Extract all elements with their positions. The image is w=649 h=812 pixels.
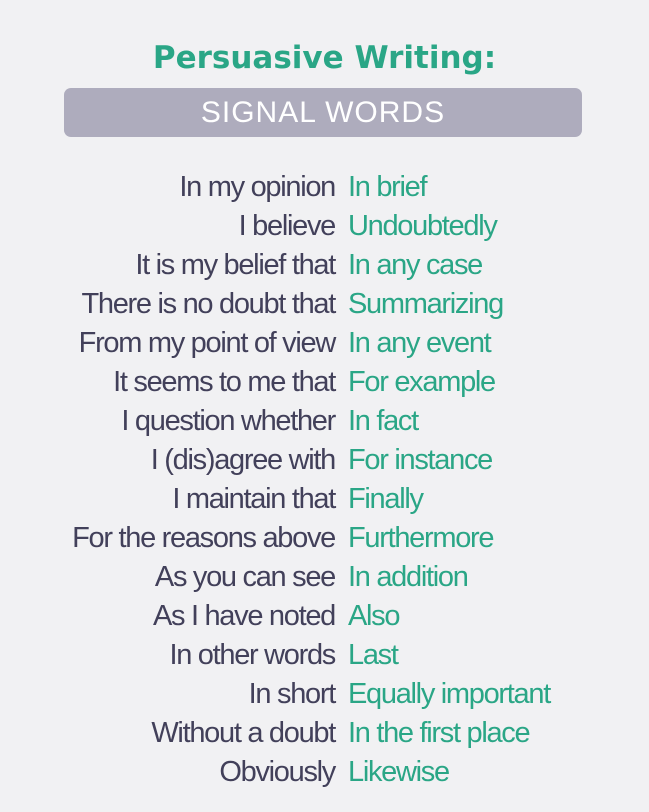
- banner-label: SIGNAL WORDS: [200, 95, 446, 129]
- opinion-phrase: Without a doubt: [151, 717, 336, 749]
- transition-phrase: In fact: [348, 405, 419, 437]
- transition-phrase: Likewise: [348, 756, 450, 788]
- opinion-phrase: I believe: [238, 210, 337, 242]
- transition-phrase: Finally: [348, 483, 424, 515]
- list-item: As I have noted Also: [0, 597, 649, 636]
- opinion-phrase: I (dis)agree with: [150, 444, 337, 476]
- opinion-phrase: As you can see: [154, 561, 336, 593]
- opinion-phrase: As I have noted: [152, 600, 336, 632]
- opinion-phrase: In my opinion: [179, 171, 336, 203]
- list-item: Without a doubt In the first place: [0, 714, 649, 753]
- opinion-phrase: For the reasons above: [72, 522, 336, 554]
- transition-phrase: For example: [348, 366, 496, 398]
- list-item: It is my belief that In any case: [0, 246, 649, 285]
- transition-phrase: Last: [348, 639, 399, 671]
- opinion-phrase: There is no doubt that: [81, 288, 336, 320]
- transition-phrase: In the first place: [348, 717, 531, 749]
- list-item: I (dis)agree with For instance: [0, 441, 649, 480]
- list-item: From my point of view In any event: [0, 324, 649, 363]
- list-item: In other words Last: [0, 636, 649, 675]
- opinion-phrase: I maintain that: [172, 483, 336, 515]
- transition-phrase: In brief: [348, 171, 428, 203]
- opinion-phrase: From my point of view: [78, 327, 337, 359]
- list-item: As you can see In addition: [0, 558, 649, 597]
- list-item: In my opinion In brief: [0, 168, 649, 207]
- list-item: I maintain that Finally: [0, 480, 649, 519]
- list-item: There is no doubt that Summarizing: [0, 285, 649, 324]
- opinion-phrase: It is my belief that: [135, 249, 336, 281]
- signal-words-list: In my opinion In brief I believe Undoubt…: [0, 168, 649, 792]
- transition-phrase: Also: [348, 600, 401, 632]
- list-item: Obviously Likewise: [0, 753, 649, 792]
- page-title: Persuasive Writing:: [152, 40, 497, 76]
- list-item: I question whether In fact: [0, 402, 649, 441]
- signal-words-banner: SIGNAL WORDS: [64, 88, 582, 137]
- opinion-phrase: In other words: [169, 639, 336, 671]
- transition-phrase: Summarizing: [348, 288, 504, 320]
- transition-phrase: In addition: [348, 561, 469, 593]
- opinion-phrase: It seems to me that: [113, 366, 336, 398]
- opinion-phrase: Obviously: [219, 756, 336, 788]
- transition-phrase: Furthermore: [348, 522, 495, 554]
- list-item: In short Equally important: [0, 675, 649, 714]
- opinion-phrase: I question whether: [121, 405, 336, 437]
- list-item: It seems to me that For example: [0, 363, 649, 402]
- transition-phrase: Equally important: [348, 678, 551, 710]
- transition-phrase: For instance: [348, 444, 493, 476]
- transition-phrase: Undoubtedly: [348, 210, 498, 242]
- list-item: I believe Undoubtedly: [0, 207, 649, 246]
- transition-phrase: In any case: [348, 249, 483, 281]
- list-item: For the reasons above Furthermore: [0, 519, 649, 558]
- transition-phrase: In any event: [348, 327, 492, 359]
- opinion-phrase: In short: [248, 678, 337, 710]
